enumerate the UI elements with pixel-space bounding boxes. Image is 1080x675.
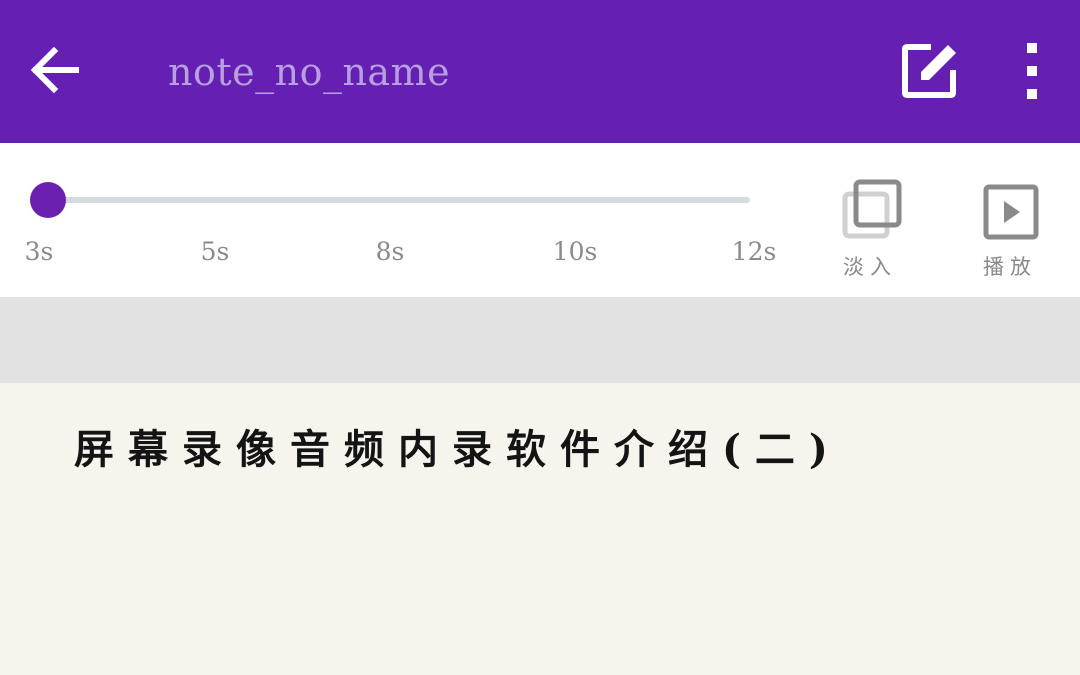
tick-label: 12s (731, 237, 777, 266)
tick-label: 5s (200, 237, 230, 266)
edit-button[interactable] (897, 38, 963, 104)
note-text: 屏幕录像音频内录软件介绍(二) (74, 426, 842, 473)
fade-in-button[interactable]: 淡入 (820, 179, 920, 287)
slider-track (44, 197, 750, 203)
app-bar: note_no_name (0, 0, 1080, 143)
note-screen: note_no_name 3s 5s 8s 10s 12s 淡入 播放 屏幕录像… (0, 0, 1080, 675)
tick-label: 3s (24, 237, 54, 266)
fade-in-label: 淡入 (843, 255, 897, 279)
page-title: note_no_name (168, 50, 451, 94)
play-button[interactable]: 播放 (960, 179, 1060, 287)
more-options-button[interactable] (1010, 40, 1054, 102)
divider-band (0, 297, 1080, 383)
play-icon (983, 184, 1039, 240)
fade-in-icon (842, 179, 902, 239)
duration-slider[interactable] (30, 179, 754, 221)
playback-controls: 3s 5s 8s 10s 12s 淡入 播放 (0, 143, 1080, 297)
edit-square-icon (902, 44, 956, 98)
slider-thumb[interactable] (30, 182, 66, 218)
arrow-left-icon (30, 46, 79, 94)
play-label: 播放 (983, 255, 1037, 279)
tick-label: 8s (375, 237, 405, 266)
note-content-area[interactable]: 屏幕录像音频内录软件介绍(二) (0, 383, 1080, 675)
more-vertical-icon (1027, 43, 1037, 99)
back-button[interactable] (22, 38, 86, 102)
tick-label: 10s (552, 237, 598, 266)
